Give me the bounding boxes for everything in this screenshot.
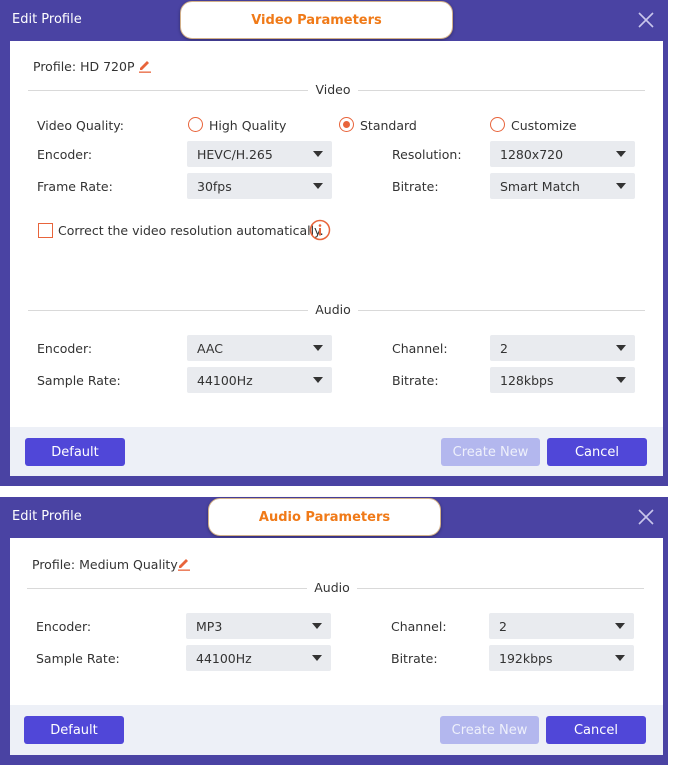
high-quality-radio[interactable] [188,117,203,132]
close-button[interactable] [636,10,656,30]
frame-rate-label: Frame Rate: [37,179,113,194]
encoder-label: Encoder: [37,147,93,162]
info-button[interactable] [309,219,331,241]
dialog-footer: Default Create New Cancel [10,427,663,476]
edit-profile-button[interactable] [138,57,152,73]
bitrate-value: 192kbps [499,651,553,666]
audio-section-header: Audio [28,302,645,318]
channel-label: Channel: [391,619,447,634]
correct-resolution-checkbox[interactable] [38,223,53,238]
customize-radio[interactable] [490,117,505,132]
frame-rate-value: 30fps [197,179,232,194]
audio-bitrate-value: 128kbps [500,373,554,388]
channel-select[interactable]: 2 [490,335,635,361]
chevron-down-icon [615,182,627,190]
resolution-value: 1280x720 [500,147,564,162]
create-new-button[interactable]: Create New [440,716,539,744]
video-parameters-tag: Video Parameters [180,1,453,39]
frame-rate-select[interactable]: 30fps [187,173,332,199]
sample-rate-select[interactable]: 44100Hz [186,645,331,671]
audio-bitrate-select[interactable]: 128kbps [490,367,635,393]
info-icon [309,219,331,241]
pencil-icon [139,61,151,73]
high-quality-label[interactable]: High Quality [209,118,286,133]
encoder-value: HEVC/H.265 [197,147,273,162]
sample-rate-label: Sample Rate: [37,373,121,388]
resolution-select[interactable]: 1280x720 [490,141,635,167]
standard-radio[interactable] [339,117,354,132]
chevron-down-icon [312,182,324,190]
profile-label: Profile: [33,59,77,74]
audio-section-label: Audio [315,302,351,317]
encoder-label: Encoder: [36,619,92,634]
cancel-button[interactable]: Cancel [546,716,646,744]
cancel-button[interactable]: Cancel [547,438,647,466]
sample-rate-value: 44100Hz [197,373,253,388]
chevron-down-icon [614,622,626,630]
sample-rate-value: 44100Hz [196,651,252,666]
profile-row: Profile: HD 720P [33,59,135,74]
audio-edit-profile-dialog: Edit Profile Audio Parameters Profile: Me… [0,497,668,765]
profile-label: Profile: [32,557,76,572]
close-icon [638,12,654,28]
bitrate-label: Bitrate: [391,651,438,666]
audio-section-header: Audio [27,580,644,596]
chevron-down-icon [615,376,627,384]
dialog-title: Edit Profile [12,12,82,27]
channel-value: 2 [499,619,507,634]
bitrate-select[interactable]: 192kbps [489,645,634,671]
profile-row: Profile: Medium Quality [32,557,178,572]
audio-encoder-label: Encoder: [37,341,93,356]
dialog-title: Edit Profile [12,509,82,524]
close-icon [638,509,654,525]
channel-label: Channel: [392,341,448,356]
audio-bitrate-label: Bitrate: [392,373,439,388]
audio-section-label: Audio [314,580,350,595]
video-section-label: Video [315,82,351,97]
profile-value: HD 720P [80,59,135,74]
video-edit-profile-dialog: Edit Profile Video Parameters Profile: HD… [0,0,668,486]
customize-label[interactable]: Customize [511,118,577,133]
encoder-select[interactable]: MP3 [186,613,331,639]
chevron-down-icon [615,150,627,158]
video-quality-label: Video Quality: [37,118,124,133]
chevron-down-icon [312,376,324,384]
correct-resolution-label[interactable]: Correct the video resolution automatical… [58,223,324,238]
chevron-down-icon [311,622,323,630]
close-button[interactable] [636,507,656,527]
chevron-down-icon [614,654,626,662]
encoder-value: MP3 [196,619,223,634]
create-new-button[interactable]: Create New [441,438,540,466]
audio-encoder-select[interactable]: AAC [187,335,332,361]
default-button[interactable]: Default [25,438,125,466]
default-button[interactable]: Default [24,716,124,744]
chevron-down-icon [312,344,324,352]
dialog-footer: Default Create New Cancel [10,705,663,755]
chevron-down-icon [312,150,324,158]
encoder-select[interactable]: HEVC/H.265 [187,141,332,167]
standard-label[interactable]: Standard [360,118,417,133]
audio-parameters-tag: Audio Parameters [208,498,441,536]
video-bitrate-label: Bitrate: [392,179,439,194]
profile-value: Medium Quality [79,557,178,572]
video-bitrate-value: Smart Match [500,179,580,194]
video-section-header: Video [28,82,645,98]
chevron-down-icon [311,654,323,662]
dialog-content: Profile: HD 720P Video Video Quality: Hig… [10,41,663,427]
audio-encoder-value: AAC [197,341,223,356]
resolution-label: Resolution: [392,147,462,162]
edit-profile-button[interactable] [177,555,191,571]
pencil-icon [178,559,190,571]
channel-value: 2 [500,341,508,356]
dialog-content: Profile: Medium Quality Audio Encoder: MP… [10,538,663,705]
sample-rate-label: Sample Rate: [36,651,120,666]
channel-select[interactable]: 2 [489,613,634,639]
chevron-down-icon [615,344,627,352]
sample-rate-select[interactable]: 44100Hz [187,367,332,393]
video-bitrate-select[interactable]: Smart Match [490,173,635,199]
